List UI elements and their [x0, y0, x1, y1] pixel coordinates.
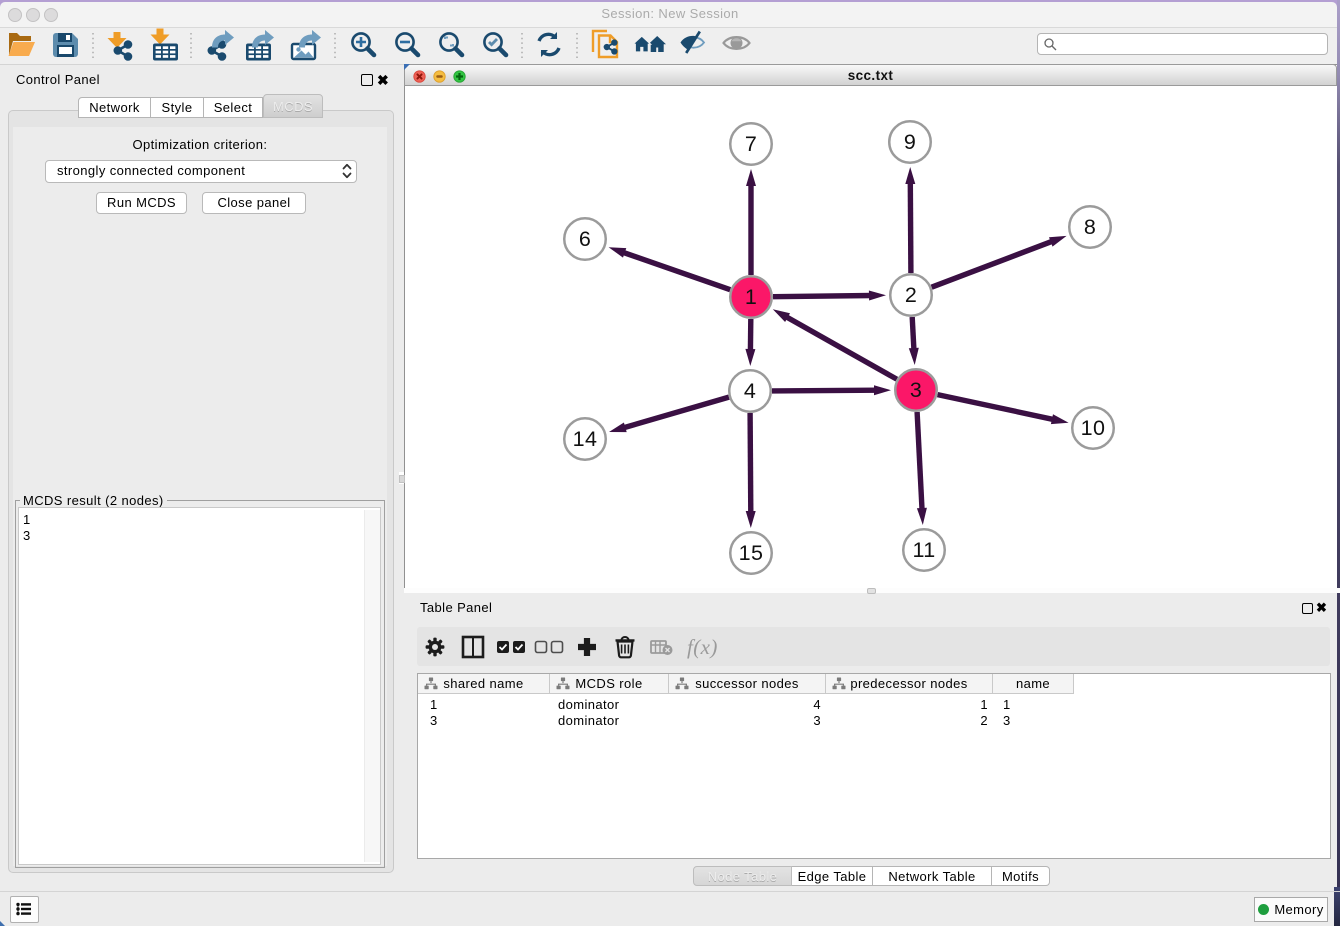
svg-text:6: 6	[579, 227, 591, 251]
svg-text:15: 15	[739, 541, 764, 565]
svg-text:7: 7	[745, 132, 757, 156]
svg-text:8: 8	[1084, 215, 1096, 239]
svg-text:f(x): f(x)	[687, 635, 718, 659]
svg-text:14: 14	[573, 427, 598, 451]
svg-text:1: 1	[745, 285, 757, 309]
svg-text:2: 2	[905, 283, 917, 307]
svg-text:3: 3	[910, 378, 922, 402]
svg-text:9: 9	[904, 130, 916, 154]
svg-text:11: 11	[912, 538, 935, 562]
svg-text:10: 10	[1081, 416, 1106, 440]
svg-text:4: 4	[744, 379, 756, 403]
